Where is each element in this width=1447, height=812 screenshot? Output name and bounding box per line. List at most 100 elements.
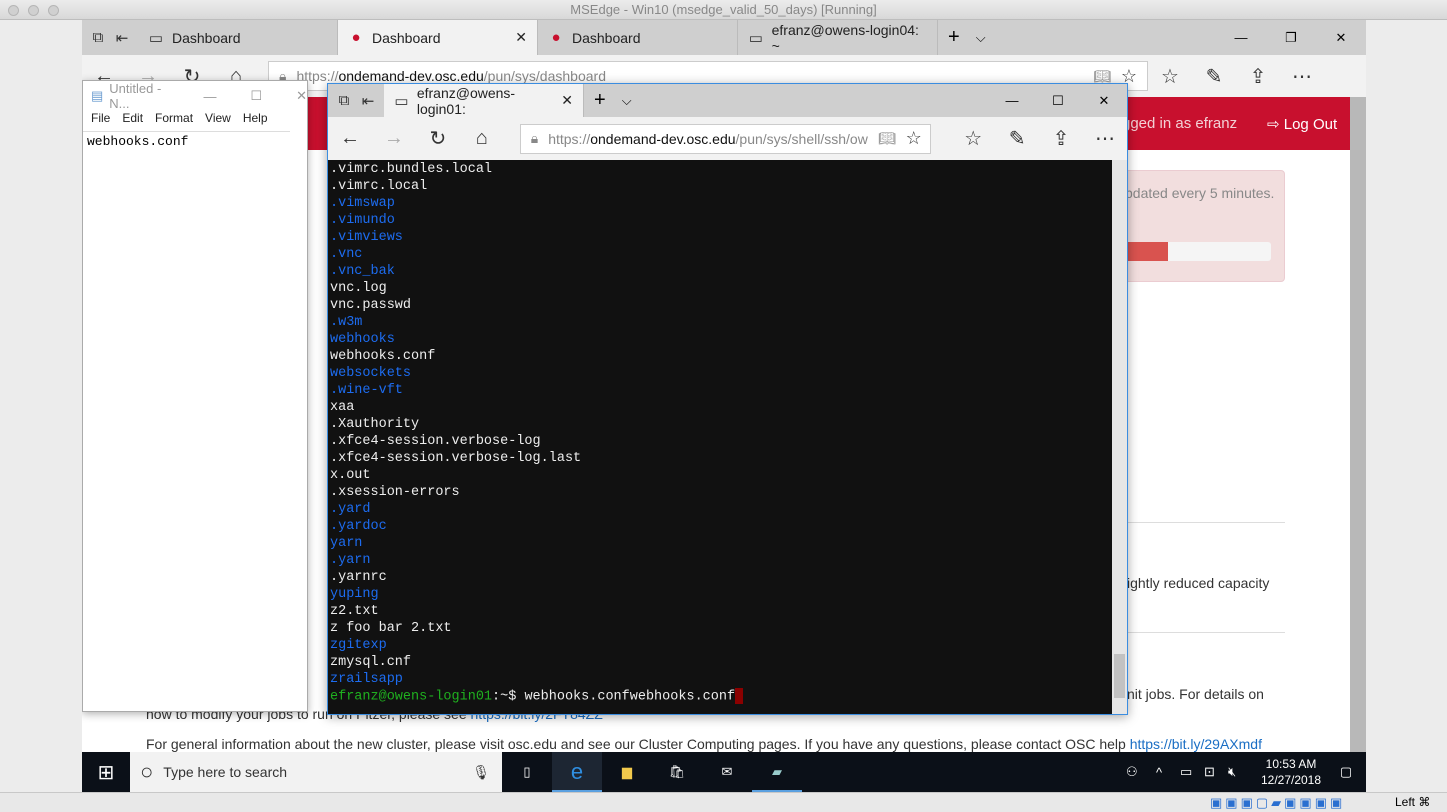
show-hidden-icons[interactable]: ^ xyxy=(1156,765,1180,780)
close-button[interactable]: ✕ xyxy=(1316,30,1366,46)
maximize-button[interactable]: ☐ xyxy=(1035,93,1081,109)
microphone-icon[interactable]: 🎙︎ xyxy=(472,764,490,781)
prompt-suffix: :~$ xyxy=(492,689,525,705)
url-path: /pun/sys/shell/ssh/ow xyxy=(735,130,868,147)
share-icon[interactable]: ⇪ xyxy=(1236,64,1280,89)
terminal-line: .yarn xyxy=(330,553,371,568)
menu-help[interactable]: Help xyxy=(243,111,268,131)
logout-button[interactable]: ⇨ Log Out xyxy=(1267,115,1337,133)
terminal-line: yuping xyxy=(330,587,379,602)
terminal-scrollbar[interactable] xyxy=(1112,160,1127,714)
notes-icon[interactable]: ✎ xyxy=(1192,64,1236,89)
command-text: webhooks.confwebhooks.conf xyxy=(524,689,736,705)
minimize-window-button[interactable] xyxy=(28,5,39,16)
notepad-taskbar-icon[interactable]: ▰ xyxy=(752,752,802,792)
close-button[interactable]: ✕ xyxy=(1081,93,1127,109)
terminal-line: .vnc xyxy=(330,247,363,262)
terminal[interactable]: .vimrc.bundles.local .vimrc.local .vimswap… xyxy=(328,160,1112,714)
terminal-line: .xfce4-session.verbose-log.last xyxy=(330,451,582,466)
chevron-down-icon[interactable]: ⌵ xyxy=(976,30,986,46)
more-icon[interactable]: ⋯ xyxy=(1280,64,1324,89)
tab-terminal[interactable]: ▭ efranz@owens-login01: ✕ xyxy=(384,84,584,117)
terminal-line: z2.txt xyxy=(330,604,379,619)
logged-in-text: gged in as efranz xyxy=(1122,115,1238,132)
divider xyxy=(1128,522,1285,523)
minimize-button[interactable]: — xyxy=(203,89,216,104)
store-icon[interactable]: 🛍︎ xyxy=(652,764,702,780)
forward-button[interactable]: → xyxy=(372,127,416,150)
refresh-button[interactable]: ↻ xyxy=(416,126,460,151)
volume-muted-icon[interactable]: 🔇︎ xyxy=(1228,764,1256,780)
file-explorer-icon[interactable]: ▆ xyxy=(602,764,652,780)
notepad-title-bar: ▤ Untitled - N... — ☐ ✕ xyxy=(83,81,307,111)
search-box[interactable]: ○ Type here to search 🎙︎ xyxy=(130,752,502,792)
terminal-line: webhooks.conf xyxy=(330,349,436,364)
terminal-line: vnc.log xyxy=(330,281,387,296)
restore-button[interactable]: ❐ xyxy=(1266,30,1316,46)
help-link[interactable]: https://bit.ly/29AXmdf xyxy=(1130,736,1262,752)
reading-view-icon[interactable]: 📖︎ xyxy=(1093,68,1111,85)
tab-set-aside-icon[interactable]: ⧉ xyxy=(336,92,352,109)
mail-icon[interactable]: ✉ xyxy=(702,764,752,780)
clock-date: 12/27/2018 xyxy=(1260,773,1322,787)
url-host: ondemand-dev.osc.edu xyxy=(338,68,484,84)
notes-icon[interactable]: ✎ xyxy=(995,126,1039,151)
close-window-button[interactable] xyxy=(8,5,19,16)
search-placeholder: Type here to search xyxy=(163,764,288,780)
tab-set-aside-icon[interactable]: ⧉ xyxy=(90,29,106,46)
menu-view[interactable]: View xyxy=(205,111,231,131)
menu-format[interactable]: Format xyxy=(155,111,193,131)
chevron-down-icon[interactable]: ⌵ xyxy=(622,93,632,109)
new-tab-button[interactable]: + xyxy=(948,26,960,49)
battery-icon[interactable]: ▭ xyxy=(1180,764,1204,780)
page-scrollbar[interactable] xyxy=(1350,97,1366,752)
terminal-line: websockets xyxy=(330,366,412,381)
page-icon: ▭ xyxy=(748,29,763,47)
network-icon[interactable]: ⊡ xyxy=(1204,764,1228,780)
close-tab-icon[interactable]: ✕ xyxy=(515,29,527,46)
minimize-button[interactable]: — xyxy=(989,93,1035,108)
people-icon[interactable]: ⚇ xyxy=(1126,764,1156,780)
edge-icon[interactable]: e xyxy=(552,752,602,792)
notepad-menu: File Edit Format View Help xyxy=(83,111,307,131)
scrollbar-thumb[interactable] xyxy=(1114,654,1125,698)
logout-label: Log Out xyxy=(1283,116,1338,133)
url-host: ondemand-dev.osc.edu xyxy=(590,130,736,147)
address-bar[interactable]: 🔒︎ https://ondemand-dev.osc.edu/pun/sys/s… xyxy=(519,123,932,154)
favorite-star-icon[interactable]: ☆ xyxy=(906,128,922,149)
maximize-button[interactable]: ☐ xyxy=(250,88,262,104)
taskbar: ⊞ ○ Type here to search 🎙︎ ▯ e ▆ 🛍︎ ✉ ▰ ⚇ … xyxy=(82,752,1366,792)
notepad-text-area[interactable]: webhooks.conf xyxy=(83,131,290,696)
close-button[interactable]: ✕ xyxy=(296,88,307,104)
home-button[interactable]: ⌂ xyxy=(460,127,504,150)
back-button[interactable]: ← xyxy=(328,127,372,150)
minimize-button[interactable]: — xyxy=(1216,30,1266,45)
tab-terminal[interactable]: ▭ efranz@owens-login04: ~ xyxy=(738,20,938,55)
task-view-icon[interactable]: ▯ xyxy=(502,764,552,780)
more-icon[interactable]: ⋯ xyxy=(1083,126,1127,151)
tab-restore-icon[interactable]: ⇤ xyxy=(360,92,376,110)
prompt-user-host: efranz@owens-login01 xyxy=(330,689,493,705)
terminal-line: yarn xyxy=(330,536,363,551)
tab-dashboard-2[interactable]: ● Dashboard ✕ xyxy=(338,20,538,55)
zoom-window-button[interactable] xyxy=(48,5,59,16)
favorites-icon[interactable]: ☆ xyxy=(951,126,995,151)
reading-view-icon[interactable]: 📖︎ xyxy=(878,130,896,147)
windows-start-icon[interactable]: ⊞ xyxy=(82,760,130,785)
vm-status-icons: ▣▣▣▢▰▣▣▣▣ xyxy=(1210,795,1346,810)
favorites-icon[interactable]: ☆ xyxy=(1148,64,1192,89)
tab-dashboard-3[interactable]: ● Dashboard xyxy=(538,20,738,55)
menu-file[interactable]: File xyxy=(91,111,110,131)
terminal-line: webhooks xyxy=(330,332,395,347)
share-icon[interactable]: ⇪ xyxy=(1039,126,1083,151)
terminal-nav-bar: ← → ↻ ⌂ 🔒︎ https://ondemand-dev.osc.edu/pun/… xyxy=(328,117,1127,160)
clock[interactable]: 10:53 AM 12/27/2018 xyxy=(1256,756,1326,788)
tab-dashboard-1[interactable]: ▭ Dashboard xyxy=(138,20,338,55)
action-center-icon[interactable]: ▢ xyxy=(1326,764,1366,780)
close-tab-icon[interactable]: ✕ xyxy=(561,92,573,109)
new-tab-button[interactable]: + xyxy=(594,89,606,112)
alert-text: pdated every 5 minutes. xyxy=(1125,185,1275,201)
tab-restore-icon[interactable]: ⇤ xyxy=(114,29,130,47)
terminal-browser-window: ⧉ ⇤ ▭ efranz@owens-login01: ✕ + ⌵ — ☐ ✕ ← →… xyxy=(327,83,1128,715)
menu-edit[interactable]: Edit xyxy=(122,111,143,131)
